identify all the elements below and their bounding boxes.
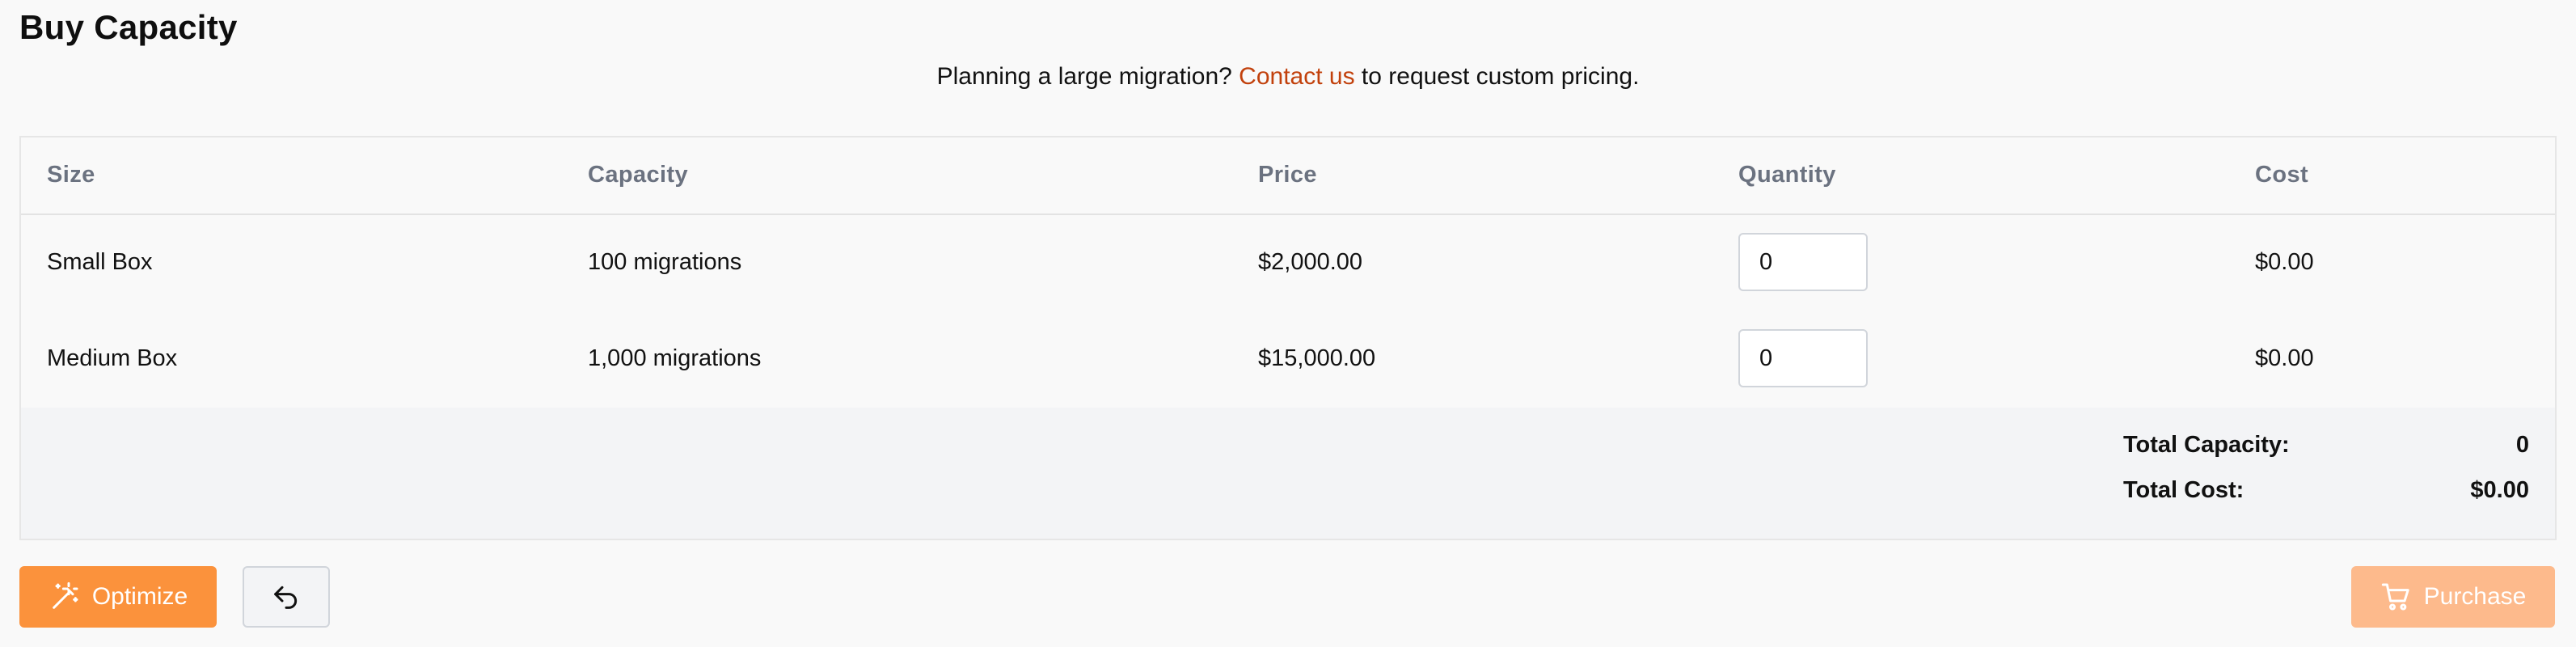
notice-suffix: to request custom pricing. [1354,63,1640,90]
column-header-cost: Cost [2255,162,2309,188]
total-capacity-label: Total Capacity: [2123,432,2290,458]
buy-capacity-page: Buy Capacity Planning a large migration?… [0,0,2576,647]
row-cost: $0.00 [2255,249,2314,275]
custom-pricing-notice: Planning a large migration? Contact us t… [0,63,2576,91]
quantity-input-small-box[interactable] [1738,233,1868,291]
table-header: Size Capacity Price Quantity Cost [21,137,2555,215]
row-capacity: 1,000 migrations [588,345,762,371]
row-cost: $0.00 [2255,345,2314,371]
row-size: Medium Box [47,345,178,371]
row-size: Small Box [47,249,153,275]
totals-section: Total Capacity: 0 Total Cost: $0.00 [21,408,2555,539]
notice-prefix: Planning a large migration? [936,63,1239,90]
undo-button[interactable] [243,566,330,628]
capacity-table: Size Capacity Price Quantity Cost Small … [19,136,2557,540]
page-title: Buy Capacity [19,8,238,46]
quantity-input-medium-box[interactable] [1738,329,1868,387]
contact-us-link[interactable]: Contact us [1239,63,1354,90]
total-capacity-value: 0 [2515,432,2529,458]
column-header-size: Size [47,162,95,188]
total-cost-label: Total Cost: [2123,477,2244,503]
optimize-button[interactable]: Optimize [19,566,217,628]
row-price: $15,000.00 [1258,345,1376,371]
cart-icon [2380,581,2413,613]
column-header-price: Price [1258,162,1317,188]
table-row-medium-box: Medium Box 1,000 migrations $15,000.00 $… [21,311,2555,408]
undo-icon [270,581,302,613]
column-header-capacity: Capacity [588,162,689,188]
purchase-button[interactable]: Purchase [2351,566,2555,628]
table-row-small-box: Small Box 100 migrations $2,000.00 $0.00 [21,215,2555,311]
column-header-quantity: Quantity [1738,162,1836,188]
total-cost-value: $0.00 [2470,477,2529,503]
row-capacity: 100 migrations [588,249,742,275]
purchase-label: Purchase [2423,583,2527,610]
row-price: $2,000.00 [1258,249,1363,275]
magic-wand-icon [49,581,81,613]
optimize-label: Optimize [91,583,188,610]
